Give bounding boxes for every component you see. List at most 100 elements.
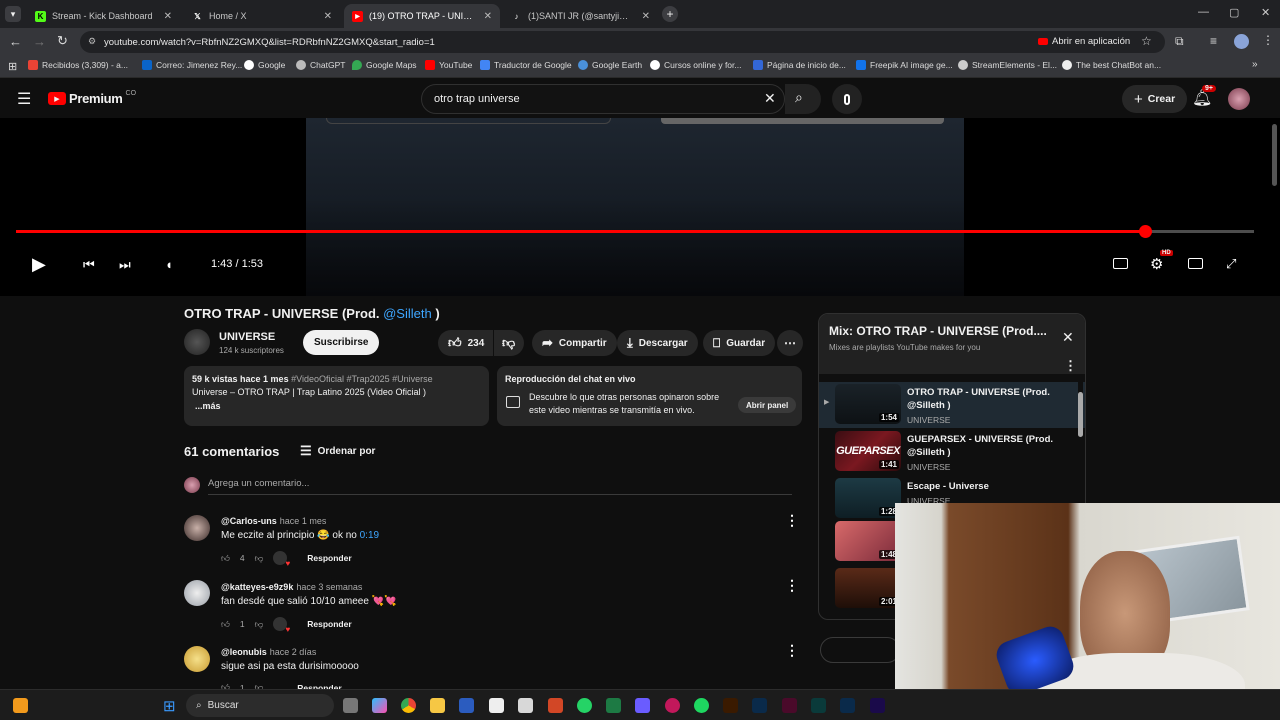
video-player[interactable] bbox=[0, 118, 1280, 296]
save-button[interactable]: ⎕ Guardar bbox=[703, 330, 776, 356]
close-icon[interactable]: ✕ bbox=[1062, 329, 1074, 346]
progress-bar[interactable] bbox=[16, 225, 1254, 238]
thumbs-up-icon[interactable]: 👍︎ bbox=[221, 619, 230, 630]
restore-icon[interactable]: ▢ bbox=[1229, 6, 1239, 19]
scrollbar-thumb[interactable] bbox=[1078, 392, 1083, 437]
timestamp-link[interactable]: 0:19 bbox=[360, 530, 379, 541]
thumbs-up-icon[interactable]: 👍︎ bbox=[221, 553, 230, 564]
bookmark-earth[interactable]: Google Earth bbox=[578, 60, 642, 70]
back-icon[interactable]: ← bbox=[9, 34, 22, 49]
spotify-icon[interactable] bbox=[694, 698, 709, 713]
store-icon[interactable] bbox=[518, 698, 533, 713]
notifications-button[interactable]: 🔔︎ 9+ bbox=[1192, 85, 1216, 108]
tab-search-icon[interactable]: ▾ bbox=[5, 6, 21, 22]
chrome-menu-icon[interactable]: ⋮ bbox=[1262, 33, 1274, 47]
task-view-icon[interactable] bbox=[343, 698, 358, 713]
site-info-icon[interactable]: ⚙ bbox=[88, 36, 96, 47]
subscribe-button[interactable]: Suscribirse bbox=[303, 330, 380, 355]
word-icon[interactable] bbox=[459, 698, 474, 713]
hashtags[interactable]: #VideoOficial #Trap2025 #Universe bbox=[291, 374, 433, 384]
whatsapp-icon[interactable] bbox=[577, 698, 592, 713]
capcut-icon[interactable] bbox=[489, 698, 504, 713]
scrubber-handle[interactable] bbox=[1139, 225, 1153, 238]
apps-grid-icon[interactable]: ⊞ bbox=[8, 60, 17, 73]
close-icon[interactable]: ✕ bbox=[164, 11, 172, 22]
chrome-icon[interactable] bbox=[401, 698, 416, 713]
comment-menu-icon[interactable]: ⋮ bbox=[785, 512, 799, 529]
open-panel-button[interactable]: Abrir panel bbox=[738, 397, 797, 413]
like-button[interactable]: 👍︎ 234 bbox=[438, 330, 493, 356]
tab-tiktok[interactable]: ♪ (1)SANTI JR (@santyjimenezr) | ✕ bbox=[503, 4, 658, 28]
voice-search-button[interactable] bbox=[832, 84, 862, 114]
show-more-link[interactable]: ...más bbox=[195, 401, 221, 411]
bookmark-youtube[interactable]: YouTube bbox=[425, 60, 472, 70]
close-icon[interactable]: ✕ bbox=[642, 11, 650, 22]
clear-search-icon[interactable]: ✕ bbox=[764, 90, 776, 107]
minimize-icon[interactable]: — bbox=[1198, 6, 1209, 18]
search-input[interactable]: otro trap universe ✕ bbox=[421, 84, 785, 114]
fullscreen-icon[interactable]: ⤢ bbox=[1226, 256, 1236, 272]
bookmark-translate[interactable]: Traductor de Google bbox=[480, 60, 572, 70]
bookmark-maps[interactable]: Google Maps bbox=[352, 60, 417, 70]
address-bar[interactable]: ⚙ youtube.com/watch?v=RbfnNZ2GMXQ&list=R… bbox=[80, 31, 1165, 53]
comment-author[interactable]: @Carlos-uns hace 1 mes bbox=[221, 516, 326, 526]
miniplayer-icon[interactable] bbox=[1188, 258, 1203, 269]
more-actions-button[interactable]: ⋯ bbox=[777, 330, 803, 356]
playlist-item[interactable]: GUEPARSEX 1:41 GUEPARSEX - UNIVERSE (Pro… bbox=[819, 429, 1085, 475]
taskbar-search[interactable]: ⌕ Buscar bbox=[186, 694, 334, 717]
side-pill-button[interactable] bbox=[820, 637, 900, 663]
bookmark-star-icon[interactable]: ☆ bbox=[1141, 34, 1152, 48]
comment-avatar[interactable] bbox=[184, 646, 210, 672]
playlist-item[interactable]: ▶ 1:54 OTRO TRAP - UNIVERSE (Prod. @Sill… bbox=[819, 382, 1085, 428]
profile-avatar[interactable] bbox=[1234, 34, 1249, 49]
share-button[interactable]: ➦ Compartir bbox=[532, 330, 617, 356]
title-mention-link[interactable]: @Silleth bbox=[383, 306, 432, 321]
comment-author[interactable]: @leonubis hace 2 días bbox=[221, 647, 316, 657]
excel-icon[interactable] bbox=[606, 698, 621, 713]
previous-icon[interactable]: ⏮︎ bbox=[83, 257, 95, 273]
bookmarks-overflow-icon[interactable]: » bbox=[1252, 59, 1258, 70]
premiere-notify-icon[interactable] bbox=[635, 698, 650, 713]
reply-button[interactable]: Responder bbox=[307, 619, 351, 629]
widgets-icon[interactable] bbox=[13, 698, 28, 713]
reload-icon[interactable]: ↻ bbox=[57, 33, 68, 49]
open-in-app-button[interactable]: Abrir en aplicación bbox=[1038, 36, 1130, 47]
thumbs-down-icon[interactable]: 👎︎ bbox=[255, 619, 264, 630]
volume-icon[interactable]: ◖ bbox=[165, 257, 173, 272]
comment-menu-icon[interactable]: ⋮ bbox=[785, 642, 799, 659]
download-button[interactable]: ⤓ Descargar bbox=[617, 330, 698, 356]
indesign-icon[interactable] bbox=[782, 698, 797, 713]
bookmark-chatbot[interactable]: The best ChatBot an... bbox=[1062, 60, 1161, 70]
subtitles-icon[interactable] bbox=[1113, 258, 1128, 269]
playlist-icon[interactable]: ≡ bbox=[1210, 34, 1217, 48]
sort-comments-button[interactable]: ☰ Ordenar por bbox=[300, 443, 375, 459]
file-explorer-icon[interactable] bbox=[430, 698, 445, 713]
mix-menu-icon[interactable]: ⋮ bbox=[1064, 358, 1077, 374]
window-close-icon[interactable]: ✕ bbox=[1261, 6, 1270, 19]
new-tab-button[interactable]: + bbox=[662, 6, 678, 22]
powerpoint-icon[interactable] bbox=[548, 698, 563, 713]
illustrator-icon[interactable] bbox=[723, 698, 738, 713]
forward-icon[interactable]: → bbox=[33, 34, 46, 49]
tab-kick-dashboard[interactable]: K Stream - Kick Dashboard ✕ bbox=[27, 4, 180, 28]
bookmark-gmail[interactable]: Recibidos (3,309) - a... bbox=[28, 60, 128, 70]
close-icon[interactable]: ✕ bbox=[324, 11, 332, 22]
page-scrollbar-thumb[interactable] bbox=[1272, 124, 1277, 186]
obs-icon[interactable] bbox=[665, 698, 680, 713]
bookmark-google[interactable]: Google bbox=[244, 60, 285, 70]
start-button[interactable]: ⊞ bbox=[163, 697, 176, 715]
reply-button[interactable]: Responder bbox=[307, 553, 351, 563]
bookmark-streamelements[interactable]: StreamElements - El... bbox=[958, 60, 1057, 70]
add-comment-input[interactable]: Agrega un comentario... bbox=[208, 478, 309, 489]
settings-gear-icon[interactable]: ⚙ bbox=[1150, 255, 1163, 273]
bookmark-freepik[interactable]: Freepik AI image ge... bbox=[856, 60, 953, 70]
bookmark-chatgpt[interactable]: ChatGPT bbox=[296, 60, 345, 70]
comment-avatar[interactable] bbox=[184, 580, 210, 606]
tab-youtube-video[interactable]: ▶ (19) OTRO TRAP - UNIVERSE (P ✕ bbox=[344, 4, 500, 28]
bookmark-outlook[interactable]: Correo: Jimenez Rey... bbox=[142, 60, 242, 70]
premiere-icon[interactable] bbox=[870, 698, 885, 713]
bookmark-cursos[interactable]: Cursos online y for... bbox=[650, 60, 741, 70]
thumbs-down-icon[interactable]: 👎︎ bbox=[255, 553, 264, 564]
bookmark-pagina[interactable]: Página de inicio de... bbox=[753, 60, 846, 70]
comment-menu-icon[interactable]: ⋮ bbox=[785, 577, 799, 594]
